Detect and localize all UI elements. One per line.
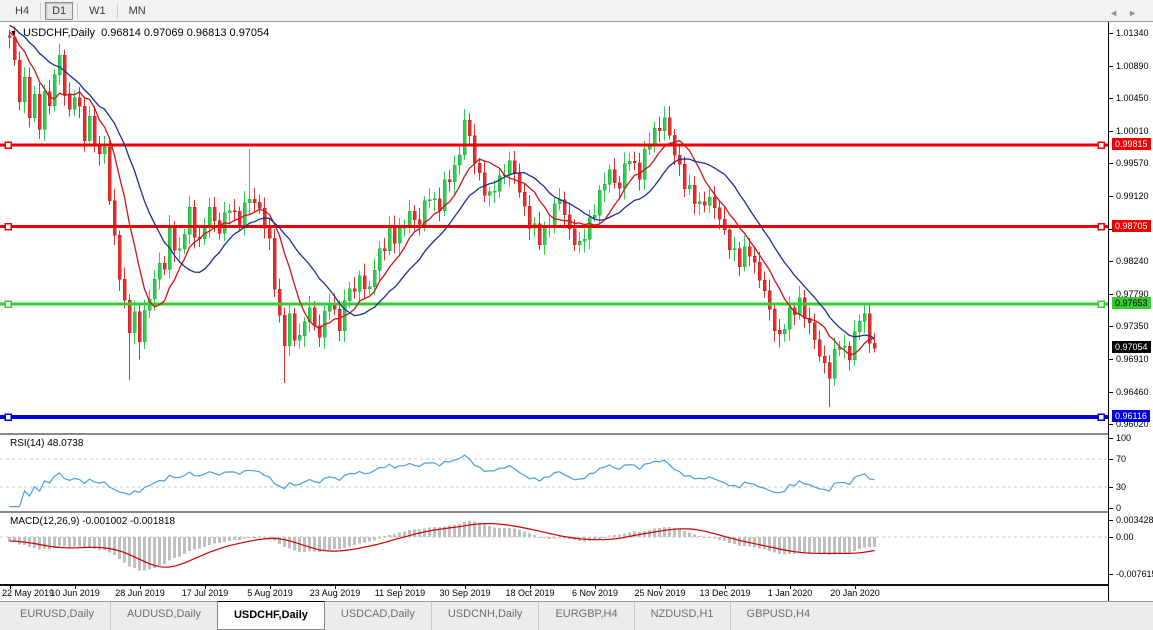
time-tick-label: 13 Dec 2019 xyxy=(699,588,750,598)
chart-tab-eurusd[interactable]: EURUSD,Daily xyxy=(4,602,110,630)
chart-tab-usdcad[interactable]: USDCAD,Daily xyxy=(325,602,431,630)
time-tick-label: 20 Jan 2020 xyxy=(830,588,880,598)
price-tick-mark xyxy=(1109,131,1113,132)
toolbar-separator xyxy=(77,3,78,19)
price-tick-mark xyxy=(1109,424,1113,425)
time-tick-label: 1 Jan 2020 xyxy=(768,588,813,598)
time-tick-label: 10 Jun 2019 xyxy=(50,588,100,598)
rsi-tick-mark xyxy=(1109,438,1113,439)
macd-tick-mark xyxy=(1109,574,1113,575)
level-price-label: 0.99815 xyxy=(1112,138,1151,150)
time-tick-label: 11 Sep 2019 xyxy=(375,588,425,598)
price-tick-label: 1.00010 xyxy=(1116,126,1149,136)
tab-scroll-right-icon[interactable]: ► xyxy=(1128,8,1147,18)
rsi-chart-canvas[interactable] xyxy=(0,436,1108,511)
price-tick-mark xyxy=(1109,163,1113,164)
time-tick-label: 6 Nov 2019 xyxy=(572,588,618,598)
rsi-tick-label: 70 xyxy=(1116,454,1126,464)
time-tick-label: 28 Jun 2019 xyxy=(115,588,165,598)
level-price-label: 0.96116 xyxy=(1112,410,1150,422)
time-tick-label: 25 Nov 2019 xyxy=(634,588,685,598)
macd-tick-label: 0.00 xyxy=(1116,532,1134,542)
symbol-period-label: USDCHF,Daily xyxy=(23,27,95,39)
price-tick-label: 0.96460 xyxy=(1116,387,1149,397)
macd-tick-mark xyxy=(1109,520,1113,521)
rsi-indicator-panel[interactable] xyxy=(0,436,1108,511)
candlestick-chart-canvas[interactable] xyxy=(0,22,1108,433)
time-tick-label: 23 Aug 2019 xyxy=(310,588,361,598)
chart-tab-usdchf[interactable]: USDCHF,Daily xyxy=(217,601,325,630)
time-axis[interactable]: 22 May 201910 Jun 2019 28 Jun 2019 17 Jul … xyxy=(0,586,1108,601)
macd-label: MACD(12,26,9) -0.001002 -0.001818 xyxy=(10,516,175,527)
price-tick-mark xyxy=(1109,294,1113,295)
price-tick-label: 1.00890 xyxy=(1116,61,1149,71)
rsi-tick-label: 100 xyxy=(1116,433,1131,443)
level-price-label: 0.98705 xyxy=(1112,220,1151,232)
ohlc-values: 0.96814 0.97069 0.96813 0.97054 xyxy=(101,27,269,39)
chart-tab-audusd[interactable]: AUDUSD,Daily xyxy=(110,602,217,630)
rsi-tick-mark xyxy=(1109,508,1113,509)
tab-scroll-arrows: ◄► xyxy=(1109,8,1147,18)
timeframe-button-mn[interactable]: MN xyxy=(122,2,153,20)
chart-tab-bar: EURUSD,DailyAUDUSD,DailyUSDCHF,DailyUSDC… xyxy=(0,601,1153,630)
chart-tab-eurgbp[interactable]: EURGBP,H4 xyxy=(538,602,633,630)
macd-tick-label: -0.007615 xyxy=(1116,569,1153,579)
rsi-label: RSI(14) 48.0738 xyxy=(10,438,83,449)
timeframe-toolbar: H4 D1 W1 MN xyxy=(0,0,1153,22)
rsi-tick-label: 30 xyxy=(1116,482,1126,492)
price-tick-label: 0.99120 xyxy=(1116,191,1149,201)
chart-tab-gbpusd[interactable]: GBPUSD,H4 xyxy=(730,602,827,630)
chart-tab-nzdusd[interactable]: NZDUSD,H1 xyxy=(634,602,730,630)
time-tick-label: 30 Sep 2019 xyxy=(439,588,490,598)
time-tick-label: 5 Aug 2019 xyxy=(247,588,293,598)
price-tick-mark xyxy=(1109,392,1113,393)
timeframe-button-h4[interactable]: H4 xyxy=(8,2,36,20)
rsi-tick-label: 0 xyxy=(1116,503,1121,513)
macd-tick-label: 0.003428 xyxy=(1116,515,1153,525)
price-tick-label: 0.98240 xyxy=(1116,256,1149,266)
time-tick-label: 22 May 2019 xyxy=(2,588,54,598)
price-tick-mark xyxy=(1109,98,1113,99)
toolbar-separator xyxy=(117,3,118,19)
terminal-window: H4 D1 W1 MN ▼ USDCHF,Daily 0.96814 0.97069 … xyxy=(0,0,1153,630)
price-axis[interactable]: 1.01340 1.00890 1.00450 1.00010 0.99570 0.991… xyxy=(1109,22,1153,601)
price-tick-mark xyxy=(1109,66,1113,67)
chart-title: ▼ USDCHF,Daily 0.96814 0.97069 0.96813 0… xyxy=(10,27,269,39)
price-tick-label: 1.00450 xyxy=(1116,93,1149,103)
price-tick-mark xyxy=(1109,359,1113,360)
price-tick-mark xyxy=(1109,326,1113,327)
macd-tick-mark xyxy=(1109,537,1113,538)
price-tick-label: 0.96910 xyxy=(1116,354,1149,364)
price-tick-mark xyxy=(1109,196,1113,197)
price-tick-label: 0.97350 xyxy=(1116,321,1149,331)
rsi-tick-mark xyxy=(1109,487,1113,488)
main-chart-panel[interactable] xyxy=(0,22,1108,433)
price-tick-mark xyxy=(1109,261,1113,262)
timeframe-button-w1[interactable]: W1 xyxy=(82,2,113,20)
collapse-triangle-icon[interactable]: ▼ xyxy=(10,30,17,37)
current-price-label: 0.97054 xyxy=(1112,341,1151,353)
level-price-label: 0.97653 xyxy=(1112,297,1151,309)
price-tick-label: 1.01340 xyxy=(1116,28,1149,38)
price-tick-label: 0.99570 xyxy=(1116,158,1149,168)
timeframe-button-d1[interactable]: D1 xyxy=(45,2,73,20)
time-tick-label: 18 Oct 2019 xyxy=(505,588,554,598)
chart-tab-usdcnh[interactable]: USDCNH,Daily xyxy=(431,602,539,630)
price-tick-mark xyxy=(1109,33,1113,34)
time-tick-label: 17 Jul 2019 xyxy=(182,588,229,598)
toolbar-separator xyxy=(40,3,41,19)
tab-scroll-left-icon[interactable]: ◄ xyxy=(1109,8,1128,18)
rsi-tick-mark xyxy=(1109,459,1113,460)
